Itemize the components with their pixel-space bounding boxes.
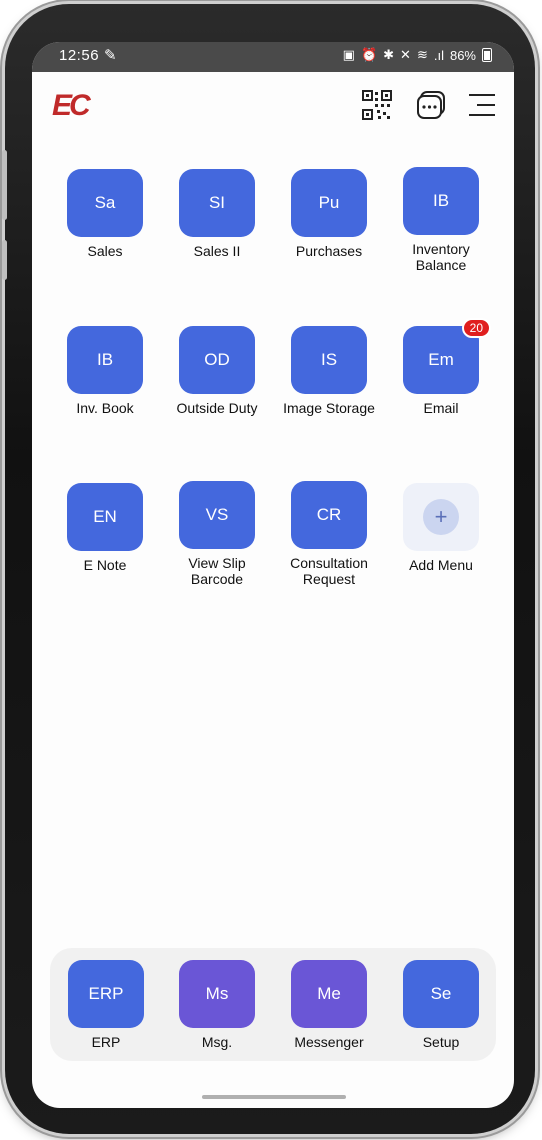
app-icon: IB	[67, 326, 143, 394]
app-icon: Ms	[179, 960, 255, 1028]
app-label: Image Storage	[283, 400, 375, 416]
app-tile-inventory-balance[interactable]: IB Inventory Balance	[385, 167, 497, 273]
app-label: Messenger	[294, 1034, 364, 1050]
add-menu-square: +	[403, 483, 479, 551]
app-label: View Slip Barcode	[188, 555, 246, 587]
app-label: Outside Duty	[176, 400, 258, 416]
status-icons: ▣ ⏰ ✱ ✕ ≋ .ıl 86%	[343, 47, 492, 63]
mute-icon: ✕	[400, 47, 411, 62]
app-label: Consultation Request	[290, 555, 368, 587]
app-icon: Se	[403, 960, 479, 1028]
app-tile-image-storage[interactable]: IS Image Storage	[273, 326, 385, 416]
app-icon: SI	[179, 169, 255, 237]
bottom-dock: ERP ERP Ms Msg. Me Messenger Se Setup	[50, 948, 496, 1061]
bluetooth-icon: ✱	[383, 47, 395, 62]
app-label: E Note	[83, 557, 127, 573]
app-tile-consultation-request[interactable]: CR Consultation Request	[273, 481, 385, 587]
add-menu-tile[interactable]: + Add Menu	[385, 483, 497, 573]
plus-icon: +	[423, 499, 459, 535]
dock-item-msg[interactable]: Ms Msg.	[161, 960, 273, 1050]
app-label: Purchases	[295, 243, 363, 259]
app-label: ERP	[91, 1034, 121, 1050]
app-label: Inventory Balance	[412, 241, 470, 273]
app-icon-text: Em	[428, 350, 454, 369]
app-icon: OD	[179, 326, 255, 394]
status-time: 12:56	[59, 47, 100, 64]
app-label: Setup	[422, 1034, 460, 1050]
status-bar: 12:56 ✎ ▣ ⏰ ✱ ✕ ≋ .ıl 86%	[32, 42, 514, 72]
signal-icon: .ıl	[433, 47, 444, 63]
battery-text: 86%	[449, 47, 476, 63]
notification-badge: 20	[461, 318, 491, 338]
dock-item-messenger[interactable]: Me Messenger	[273, 960, 385, 1050]
app-tile-outside-duty[interactable]: OD Outside Duty	[161, 326, 273, 416]
app-tile-e-note[interactable]: EN E Note	[49, 483, 161, 573]
app-label: Inv. Book	[76, 400, 134, 416]
app-label: Msg.	[201, 1034, 233, 1050]
app-header: EC	[32, 72, 514, 136]
notification-icon: ▣	[342, 47, 355, 62]
app-icon: ERP	[68, 960, 144, 1028]
app-icon: Pu	[291, 169, 367, 237]
dock-item-setup[interactable]: Se Setup	[385, 960, 497, 1050]
app-icon: IS	[291, 326, 367, 394]
menu-icon[interactable]	[468, 93, 496, 122]
app-label: Sales II	[193, 243, 241, 259]
phone-screen: 12:56 ✎ ▣ ⏰ ✱ ✕ ≋ .ıl 86% EC Sa Sales SI…	[32, 42, 514, 1108]
qr-code-icon[interactable]	[362, 90, 392, 125]
app-tile-view-slip-barcode[interactable]: VS View Slip Barcode	[161, 481, 273, 587]
app-icon: IB	[403, 167, 479, 235]
dock-item-erp[interactable]: ERP ERP	[50, 960, 162, 1050]
app-tile-purchases[interactable]: Pu Purchases	[273, 169, 385, 259]
app-icon: Em 20	[403, 318, 491, 394]
alarm-icon: ⏰	[360, 47, 378, 62]
app-icon: EN	[67, 483, 143, 551]
side-button	[2, 240, 7, 280]
app-label: Add Menu	[409, 557, 473, 573]
app-tile-sales-ii[interactable]: SI Sales II	[161, 169, 273, 259]
app-icon: Me	[291, 960, 367, 1028]
app-label: Email	[423, 400, 459, 416]
chat-icon[interactable]	[416, 90, 446, 125]
app-tile-inv-book[interactable]: IB Inv. Book	[49, 326, 161, 416]
app-tile-email[interactable]: Em 20 Email	[385, 318, 497, 416]
volume-button	[2, 150, 7, 220]
app-icon: CR	[291, 481, 367, 549]
app-icon: Sa	[67, 169, 143, 237]
app-icon: VS	[179, 481, 255, 549]
pin-icon: ✎	[104, 47, 117, 64]
app-tile-sales[interactable]: Sa Sales	[49, 169, 161, 259]
wifi-icon: ≋	[416, 47, 428, 62]
ec-logo[interactable]: EC	[52, 89, 91, 123]
app-label: Sales	[87, 243, 123, 259]
battery-icon	[482, 48, 492, 62]
home-indicator[interactable]	[202, 1095, 346, 1099]
